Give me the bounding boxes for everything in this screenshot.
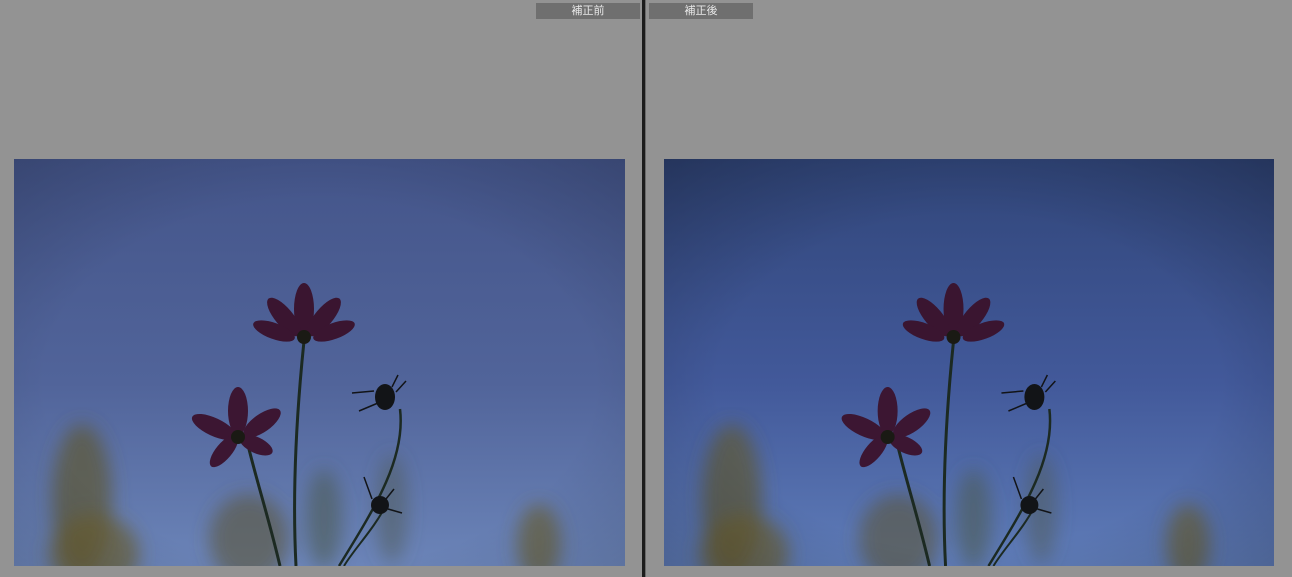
after-label: 補正後	[649, 3, 753, 19]
before-pane[interactable]: 補正前	[0, 0, 642, 577]
after-photo[interactable]	[664, 159, 1274, 566]
before-photo-image	[14, 159, 625, 566]
before-photo[interactable]	[14, 159, 625, 566]
after-pane[interactable]: 補正後	[646, 0, 1292, 577]
after-photo-image	[664, 159, 1274, 566]
before-label: 補正前	[536, 3, 640, 19]
